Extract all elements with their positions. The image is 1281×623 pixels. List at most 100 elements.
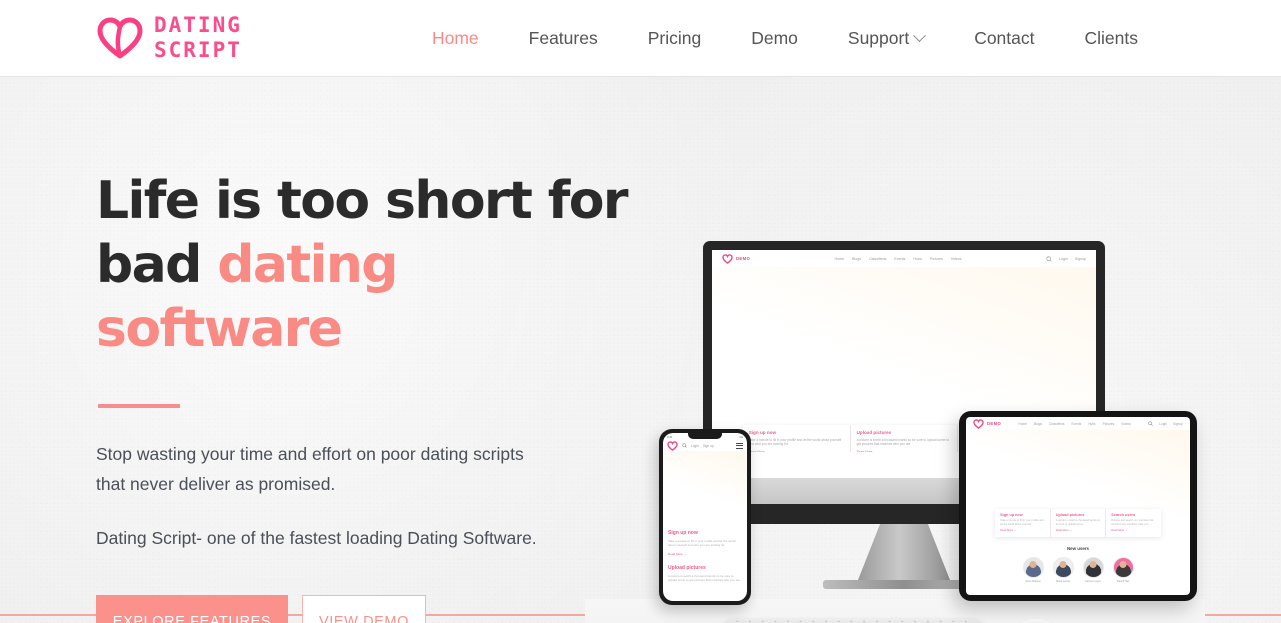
phone-card-body: Take a minute to fill in your profile an… — [668, 539, 736, 548]
demo-card-title: Upload pictures — [856, 429, 892, 435]
search-icon[interactable] — [1148, 421, 1153, 426]
demo-nav-link[interactable]: Blogs — [852, 257, 861, 261]
demo-nav-links: Home Blogs Classifieds Events Hubs Pictu… — [834, 257, 961, 261]
nav-item-demo[interactable]: Demo — [726, 28, 823, 49]
demo-nav-link[interactable]: Pictures — [930, 257, 943, 261]
avatar-name: Patrick Hart — [1116, 579, 1130, 583]
tablet-nav-links: Home Blogs Classifieds Events Hubs Pictu… — [1019, 422, 1131, 426]
monitor-stand-neck — [858, 524, 950, 580]
tablet-card[interactable]: Upload pictures A picture is worth a tho… — [1051, 509, 1107, 537]
demo-card-link[interactable]: Read More → — [749, 450, 844, 452]
nav-item-home[interactable]: Home — [407, 28, 504, 49]
tablet-nav-link[interactable]: Home — [1019, 422, 1028, 426]
search-icon[interactable] — [682, 443, 687, 448]
tablet-card[interactable]: Sign up now Take a minute to fill in you… — [995, 509, 1051, 537]
tablet-screen: DEMO Home Blogs Classifieds Events Hubs … — [966, 417, 1190, 595]
demo-card-link[interactable]: Read More → — [857, 450, 952, 452]
demo-signup-link[interactable]: Signup — [1075, 257, 1086, 261]
demo-nav: DEMO Home Blogs Classifieds Events Hubs … — [712, 250, 1096, 267]
phone-mockup: 9:41 4G Login Sign up Sign up now Take a… — [659, 429, 751, 605]
brand-line-2: SCRIPT — [154, 38, 242, 62]
avatar-item[interactable]: Carmen Lopez — [1082, 556, 1104, 583]
nav-label: Clients — [1084, 27, 1139, 48]
avatar — [1022, 556, 1044, 578]
nav-item-features[interactable]: Features — [504, 28, 623, 49]
tablet-nav-link[interactable]: Classifieds — [1049, 422, 1064, 426]
heart-icon — [96, 16, 144, 60]
phone-card-link[interactable]: Read More → — [668, 552, 742, 556]
avatar — [1112, 556, 1134, 578]
tablet-signup-link[interactable]: Signup — [1173, 422, 1183, 426]
keyboard — [716, 617, 990, 623]
page-title: Life is too short for bad dating softwar… — [96, 169, 636, 361]
tablet-logo-text: DEMO — [987, 421, 1002, 426]
phone-status-network: 4G — [739, 434, 743, 439]
view-demo-button[interactable]: VIEW DEMO — [302, 595, 426, 623]
avatar-item[interactable]: Patrick Hart — [1112, 556, 1134, 583]
tablet-login-link[interactable]: Login — [1159, 422, 1167, 426]
demo-nav-link[interactable]: Hubs — [913, 257, 921, 261]
phone-hero-photo — [663, 451, 747, 525]
nav-label: Support — [847, 27, 910, 48]
avatar-name: Steve Mathew — [1025, 579, 1041, 583]
tablet-card-title: Upload pictures — [1055, 513, 1085, 517]
couple-photo — [663, 451, 747, 525]
avatar — [1052, 556, 1074, 578]
headline-line-1: Life is too short for — [96, 171, 629, 231]
device-mockup-illustration: DEMO Home Blogs Classifieds Events Hubs … — [585, 227, 1205, 623]
avatar-name: Carmen Lopez — [1085, 579, 1101, 583]
phone-notch — [688, 433, 722, 439]
explore-features-button[interactable]: EXPLORE FEATURES — [96, 595, 288, 623]
hero-section: Life is too short for bad dating softwar… — [0, 77, 1281, 623]
phone-signup-link[interactable]: Sign up — [703, 444, 714, 448]
hamburger-menu-icon[interactable] — [736, 442, 743, 449]
phone-login-link[interactable]: Login — [691, 444, 699, 448]
tablet-card-body: A picture is worth a thousand words so b… — [1055, 519, 1101, 526]
avatar-name: Maria Garcia — [1056, 579, 1070, 583]
nav-item-pricing[interactable]: Pricing — [623, 28, 727, 49]
demo-nav-link[interactable]: Classifieds — [869, 257, 886, 261]
phone-content: Sign up now Take a minute to fill in you… — [663, 525, 747, 583]
phone-card-body: A picture is worth a thousand words so b… — [668, 573, 741, 583]
tablet-card-body: Browse and search our members list and f… — [1111, 519, 1154, 526]
phone-screen: 9:41 4G Login Sign up Sign up now Take a… — [663, 433, 747, 601]
headline-line-2: bad — [96, 235, 218, 295]
avatar-item[interactable]: Steve Mathew — [1022, 556, 1044, 583]
tablet-nav-link[interactable]: Events — [1071, 422, 1081, 426]
hero-cta-row: EXPLORE FEATURES VIEW DEMO — [96, 595, 636, 623]
heart-icon — [722, 253, 733, 264]
demo-card-body: Take a minute to fill in your profile an… — [748, 437, 842, 447]
tablet-card-link[interactable]: Read More → — [1111, 529, 1156, 532]
nav-label: Contact — [974, 27, 1035, 48]
demo-nav-link[interactable]: Events — [894, 257, 905, 261]
hero-paragraph-2: Dating Script- one of the fastest loadin… — [96, 528, 537, 548]
brand-logo[interactable]: DATING SCRIPT — [96, 15, 242, 61]
phone-card-title: Sign up now — [668, 530, 698, 536]
hero-paragraph-1: Stop wasting your time and effort on poo… — [96, 444, 524, 494]
demo-nav-link[interactable]: Videos — [951, 257, 962, 261]
avatar-item[interactable]: Maria Garcia — [1052, 556, 1074, 583]
nav-label: Pricing — [647, 27, 702, 48]
tablet-new-users-section: New users Steve Mathew Maria Garcia Carm… — [966, 537, 1190, 583]
tablet-card-title: Search users — [1111, 513, 1136, 517]
tablet-card[interactable]: Search users Browse and search our membe… — [1106, 509, 1161, 537]
demo-card[interactable]: Sign up now Take a minute to fill in you… — [743, 424, 851, 452]
tablet-card-link[interactable]: Read More → — [1000, 529, 1045, 532]
nav-item-contact[interactable]: Contact — [949, 28, 1059, 49]
demo-card[interactable]: Upload pictures A picture is worth a tho… — [851, 424, 959, 452]
tablet-nav-link[interactable]: Videos — [1121, 422, 1131, 426]
demo-login-link[interactable]: Login — [1059, 257, 1068, 261]
couple-photo — [966, 430, 1190, 518]
tablet-nav-link[interactable]: Pictures — [1103, 422, 1115, 426]
search-icon[interactable] — [1046, 255, 1052, 262]
tablet-feature-cards: Sign up now Take a minute to fill in you… — [995, 509, 1161, 537]
tablet-card-link[interactable]: Read More → — [1056, 529, 1101, 532]
nav-item-clients[interactable]: Clients — [1060, 28, 1164, 49]
phone-card-title: Upload pictures — [668, 564, 706, 571]
demo-nav-link[interactable]: Home — [834, 257, 844, 261]
nav-item-support[interactable]: Support — [823, 28, 949, 49]
tablet-nav-link[interactable]: Blogs — [1034, 422, 1042, 426]
demo-logo: DEMO — [722, 253, 750, 264]
tablet-logo: DEMO — [973, 418, 1002, 429]
tablet-nav-link[interactable]: Hubs — [1088, 422, 1095, 426]
